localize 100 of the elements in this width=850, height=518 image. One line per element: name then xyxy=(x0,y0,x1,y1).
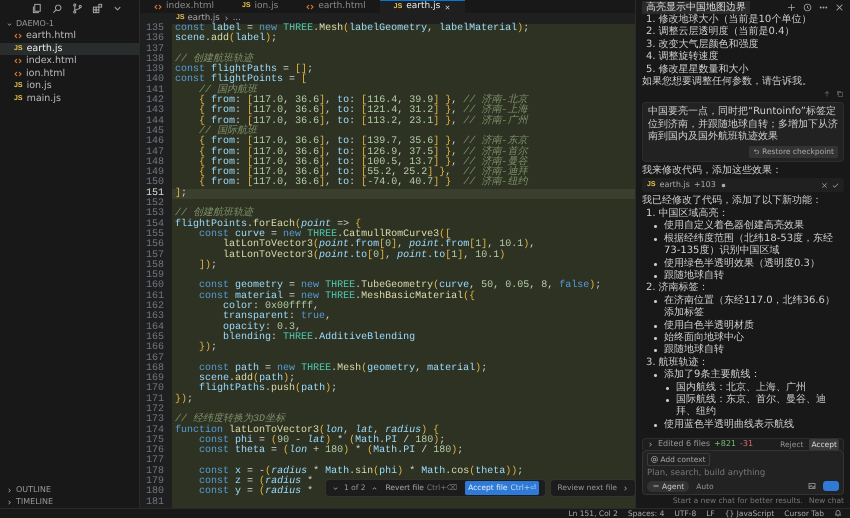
html-file-icon xyxy=(14,70,22,78)
list-number: 3. xyxy=(646,38,656,52)
check-icon[interactable] xyxy=(832,182,839,189)
lines-removed: -31 xyxy=(740,438,754,450)
line-number: 178 xyxy=(140,466,172,478)
bullet-icon xyxy=(654,225,657,228)
list-item-text: 始终面向地球中心 xyxy=(664,332,744,344)
code-line: // 经纬度转换为3D坐标 xyxy=(174,415,286,426)
line-number: 166 xyxy=(140,343,172,354)
line-number: 149 xyxy=(140,168,172,178)
list-number: 2. xyxy=(646,26,656,39)
code-line: const label = new THREE.Mesh(labelGeometry, labelMaterial); xyxy=(174,24,530,34)
line-number: 168 xyxy=(140,364,172,374)
line-number: 170 xyxy=(140,384,172,395)
close-icon[interactable] xyxy=(835,2,844,12)
list-item-text: 改变大气层颜色和强度 xyxy=(658,38,759,50)
line-number: 150 xyxy=(140,178,172,189)
chevron-down-icon[interactable] xyxy=(332,484,339,492)
section-header[interactable]: OUTLINE xyxy=(16,484,51,496)
code-line: const path = new THREE.Mesh(geometry, material); xyxy=(198,364,488,374)
file-item[interactable]: ion.html xyxy=(0,68,139,80)
chat-paragraph: 我已经修改了代码，添加了以下新功能： xyxy=(642,195,823,208)
list-item-text: 根据经纬度范围（北纬18-53度，东经73-135度）识别中国区域 xyxy=(664,232,834,258)
code-line: const theta = (lon + 180) * (Math.PI / 180); xyxy=(198,446,464,456)
chat-input-field[interactable]: Plan, search, build anything xyxy=(647,467,839,480)
code-line: function latLonToVector3(lon, lat, radius) { xyxy=(174,426,440,436)
bell-icon[interactable] xyxy=(834,509,842,517)
file-item[interactable]: earth.html xyxy=(0,30,139,42)
line-number: 174 xyxy=(140,426,172,436)
list-item-text: 使用白色半透明材质 xyxy=(664,320,754,332)
line-number: 145 xyxy=(140,126,172,138)
line-number: 175 xyxy=(140,436,172,446)
bullet-icon xyxy=(654,374,657,378)
files-icon[interactable] xyxy=(32,3,43,14)
chevron-down-icon xyxy=(6,20,13,28)
line-number: 143 xyxy=(140,106,172,117)
list-item-text: 国际航线：东京、首尔、曼谷、迪拜、纽约 xyxy=(676,394,827,418)
code-line: flightPaths.push(path); xyxy=(198,384,338,395)
code-line: latLonToVector3(point.from[0], point.from[1], 10.1), xyxy=(222,240,536,250)
line-number: 169 xyxy=(140,374,172,384)
html-file-icon xyxy=(154,2,162,10)
code-line: // 创建航班轨迹 xyxy=(174,209,254,220)
send-button[interactable] xyxy=(823,481,839,492)
infinity-icon xyxy=(652,483,660,490)
plus-icon[interactable] xyxy=(787,2,796,12)
undo-icon xyxy=(752,148,760,156)
list-item-text: 调整旋转速度 xyxy=(658,51,719,64)
code-line: }); xyxy=(174,394,194,405)
history-icon[interactable] xyxy=(803,2,812,12)
line-number: 159 xyxy=(140,271,172,282)
line-number: 172 xyxy=(140,404,172,416)
extensions-icon[interactable] xyxy=(92,3,103,14)
code-line: const geometry = new THREE.TubeGeometry(curve, 50, 0.05, 8, false); xyxy=(198,281,602,292)
line-number: 144 xyxy=(140,116,172,127)
html-file-icon xyxy=(14,32,22,40)
file-item[interactable]: index.html xyxy=(0,55,139,68)
dot-icon xyxy=(720,182,727,189)
list-item-text: 济南标签： xyxy=(658,282,709,294)
list-item-text: 跟随地球自转 xyxy=(664,344,724,356)
html-file-icon xyxy=(14,57,22,66)
list-number: 5. xyxy=(646,64,656,76)
branch-icon[interactable] xyxy=(72,3,83,14)
line-number: 151 xyxy=(140,188,172,200)
list-item-text: 国内航线：北京、上海、广州 xyxy=(676,382,806,394)
list-item-text: 修改星星数量和大小 xyxy=(658,64,749,76)
bullet-icon xyxy=(654,274,657,278)
list-item-text: 中国区域高亮： xyxy=(658,208,729,220)
code-line: // 创建航班轨迹 xyxy=(174,54,254,65)
arrow-up-icon[interactable] xyxy=(823,90,831,98)
code-line: // 国内航班 xyxy=(198,86,258,96)
list-item-text: 使用绿色半透明效果（透明度0.3） xyxy=(664,258,820,270)
user-message: 中国要亮一点，同时把“Runtoinfo”标签定位到济南，并跟随地球自转；多增加下从济南到国内及国外航班轨迹效果 xyxy=(648,106,838,144)
code-line: const curve = new THREE.CatmullRomCurve3([ xyxy=(198,230,452,240)
search-icon[interactable] xyxy=(52,3,63,14)
code-line: color: 0x00ffff, xyxy=(222,302,320,312)
code-line: blending: THREE.AdditiveBlending xyxy=(222,332,416,344)
close-icon[interactable] xyxy=(821,182,828,189)
line-number: 148 xyxy=(140,158,172,168)
line-number: 163 xyxy=(140,312,172,323)
bullet-icon xyxy=(654,349,657,352)
bullet-icon xyxy=(666,386,669,390)
chat-paragraph: 如果您想要调整任何参数，请告诉我。 xyxy=(642,76,813,88)
bullet-icon xyxy=(666,398,669,402)
image-icon[interactable] xyxy=(808,482,816,490)
line-number: 139 xyxy=(140,65,172,76)
chevron-right-icon[interactable] xyxy=(647,440,654,448)
bullet-icon xyxy=(654,424,657,427)
line-number: 156 xyxy=(140,240,172,251)
section-header[interactable]: TIMELINE xyxy=(16,496,54,508)
chevron-right-icon xyxy=(222,15,230,22)
edited-files-label: Edited 6 files xyxy=(658,438,710,450)
chevron-up-icon[interactable] xyxy=(370,484,378,492)
list-item-text: 跟随地球自转 xyxy=(664,270,724,282)
line-number: 162 xyxy=(140,302,172,312)
code-line: flightPoints.forEach(point => { xyxy=(174,220,362,230)
line-number: 179 xyxy=(140,477,172,488)
explorer-title: DAEMO-1 xyxy=(16,18,54,30)
lines-added: +821 xyxy=(714,438,736,450)
bullet-icon xyxy=(654,238,657,241)
line-number: 142 xyxy=(140,96,172,106)
